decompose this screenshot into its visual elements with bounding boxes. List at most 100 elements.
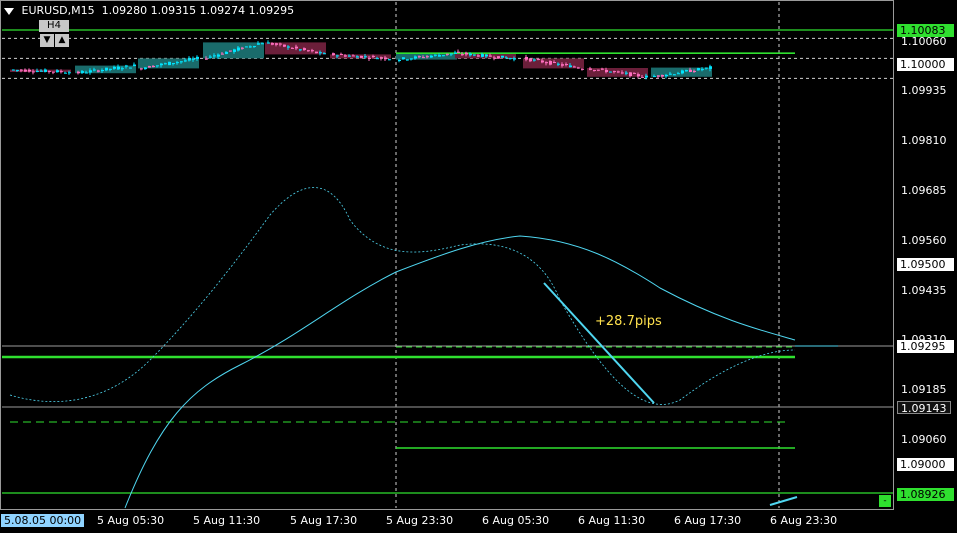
trend-line-small	[769, 496, 798, 506]
m15-candle-body	[641, 76, 644, 78]
moving-average-slow-line	[124, 235, 796, 509]
m15-candle-body	[44, 69, 47, 72]
m15-candle-body	[221, 53, 224, 55]
ohlc-close: 1.09295	[248, 4, 295, 17]
m15-candle-body	[529, 58, 532, 62]
m15-candle-body	[48, 70, 51, 72]
m15-candle-body	[446, 53, 449, 55]
price-tag-top-green[interactable]: 1.10083	[897, 24, 954, 37]
m15-candle-body	[384, 57, 387, 60]
m15-candle-body	[209, 56, 212, 58]
m15-candle-body	[323, 53, 326, 55]
m15-candle-body	[481, 54, 484, 57]
m15-candle-body	[352, 55, 355, 57]
m15-candle-body	[581, 68, 584, 70]
m15-candle-body	[545, 62, 548, 64]
m15-candle-body	[569, 65, 572, 68]
m15-candle-body	[168, 61, 171, 66]
ohlc-open: 1.09280	[101, 4, 148, 17]
m15-candle-body	[376, 58, 379, 60]
timeframe-badge[interactable]: H4	[39, 20, 69, 32]
price-tag-gray-mid[interactable]: 1.09143	[897, 401, 951, 415]
m15-candle-body	[196, 56, 199, 59]
m15-candle-body	[665, 74, 668, 77]
m15-candle-body	[336, 55, 339, 57]
m15-candle-body	[140, 68, 143, 70]
m15-candle-body	[701, 69, 704, 71]
x-tick-label: 5 Aug 05:30	[97, 514, 165, 527]
x-tick-label: 5 Aug 23:30	[386, 514, 454, 527]
m15-candle-body	[121, 68, 124, 70]
m15-candle-body	[673, 74, 676, 76]
y-tick-label: 1.09935	[901, 84, 947, 97]
x-tick-label: 5 Aug 17:30	[290, 514, 358, 527]
m15-candle-body	[344, 55, 347, 57]
m15-candle-body	[156, 65, 159, 67]
minus-icon[interactable]: -	[879, 495, 891, 507]
m15-candle-body	[249, 46, 252, 48]
m15-candle-body	[332, 53, 335, 56]
x-axis-first-label: 5.08.05 00:00	[1, 514, 85, 527]
m15-candle-body	[677, 73, 680, 75]
m15-candle-body	[368, 57, 371, 59]
m15-candle-body	[388, 59, 391, 61]
m15-candle-body	[372, 55, 375, 57]
m15-candle-body	[225, 51, 228, 55]
m15-candle-body	[192, 58, 195, 60]
m15-candle-body	[275, 43, 278, 45]
m15-candle-body	[593, 69, 596, 71]
m15-candle-body	[430, 55, 433, 58]
m15-candle-body	[56, 70, 59, 73]
m15-candle-body	[77, 71, 80, 74]
m15-candle-body	[681, 70, 684, 74]
y-tick-label: 1.09185	[901, 383, 947, 396]
m15-candle-body	[217, 54, 220, 57]
y-tick-label: 1.09435	[901, 284, 947, 297]
m15-candle-body	[561, 64, 564, 66]
y-tick-label: 1.09810	[901, 134, 947, 147]
price-chart[interactable]	[0, 0, 957, 533]
m15-candle-body	[661, 75, 664, 77]
m15-candle-body	[89, 70, 92, 73]
m15-candle-body	[633, 72, 636, 74]
m15-candle-body	[52, 71, 55, 73]
m15-candle-body	[689, 69, 692, 73]
m15-candle-body	[637, 74, 640, 77]
m15-candle-body	[85, 72, 88, 74]
m15-candle-body	[685, 70, 688, 72]
price-tag-1-09000[interactable]: 1.09000	[897, 458, 954, 471]
price-tag-bottom-green[interactable]: 1.08926	[897, 488, 954, 501]
m15-candle-body	[319, 52, 322, 54]
m15-candle-body	[442, 55, 445, 57]
m15-candle-body	[152, 66, 155, 68]
m15-candle-body	[188, 58, 191, 61]
m15-candle-body	[489, 55, 492, 57]
m15-candle-body	[340, 53, 343, 55]
price-tag-current[interactable]: 1.09295	[897, 340, 954, 353]
m15-candle-body	[501, 55, 504, 58]
m15-candle-body	[513, 58, 516, 60]
m15-candle-body	[299, 49, 302, 51]
m15-candle-body	[525, 56, 528, 60]
m15-candle-body	[283, 44, 286, 47]
price-tag-1-09500[interactable]: 1.09500	[897, 258, 954, 271]
m15-candle-body	[148, 66, 151, 68]
m15-candle-body	[105, 67, 108, 71]
collapse-triangle-icon[interactable]	[4, 7, 14, 15]
m15-candle-body	[364, 56, 367, 58]
m15-candle-body	[473, 54, 476, 56]
m15-candle-body	[113, 66, 116, 69]
m15-candle-body	[709, 66, 712, 69]
chart-window[interactable]: EURUSD,M15 1.09280 1.09315 1.09274 1.092…	[0, 0, 957, 533]
m15-candle-body	[533, 59, 536, 61]
m15-candle-body	[348, 55, 351, 57]
m15-candle-body	[465, 52, 468, 55]
price-tag-1-10000[interactable]: 1.10000	[897, 58, 954, 71]
m15-candle-body	[629, 72, 632, 77]
m15-candle-body	[129, 67, 132, 69]
timeframe-down-button[interactable]: ▼	[40, 34, 54, 47]
m15-candle-body	[93, 69, 96, 71]
m15-candle-body	[645, 75, 648, 78]
m15-candle-body	[356, 56, 359, 58]
timeframe-up-button[interactable]: ▲	[55, 34, 69, 47]
